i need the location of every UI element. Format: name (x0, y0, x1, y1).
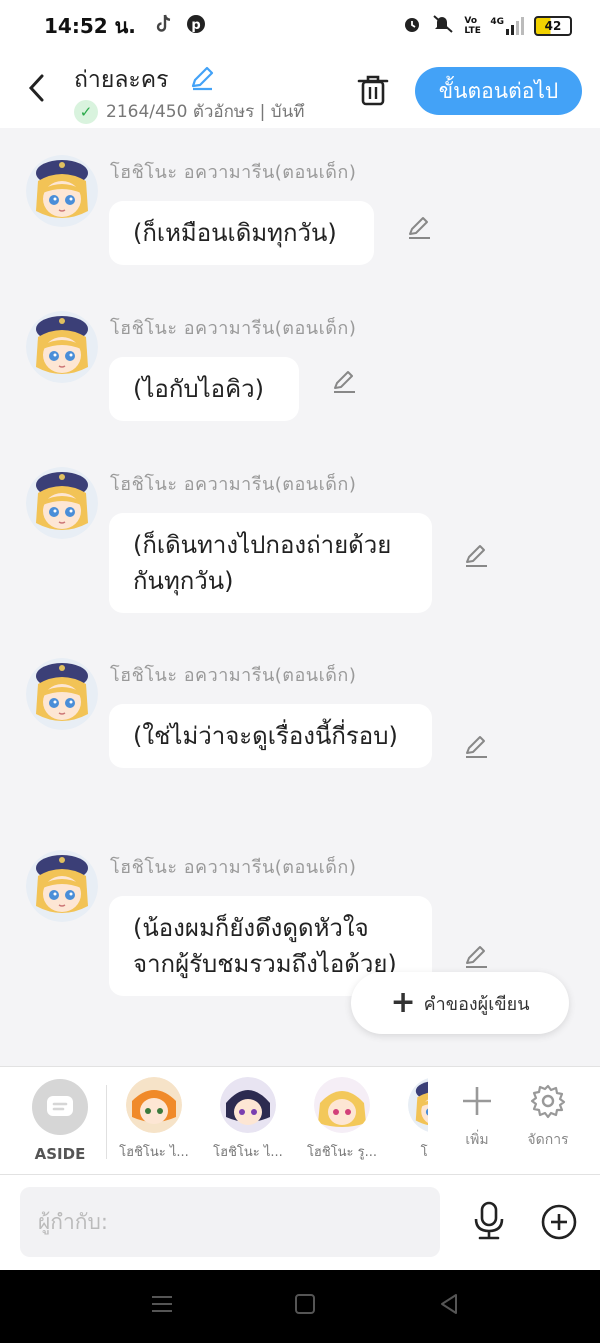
add-content-button[interactable] (540, 1203, 578, 1241)
edit-line-button[interactable] (462, 733, 490, 761)
system-nav-bar (0, 1270, 600, 1343)
microphone-icon (474, 1201, 504, 1240)
character-name: โฮชิโ (420, 1145, 428, 1160)
plus-circle-icon (541, 1204, 577, 1240)
pencil-icon (405, 214, 433, 242)
add-character-button[interactable]: เพิ่ม (447, 1081, 507, 1151)
character-item[interactable]: โฮชิโ (390, 1077, 428, 1162)
pencil-icon (462, 542, 490, 570)
dialogue-item[interactable]: โฮชิโนะ อความารีน(ตอนเด็ก) (ก็เหมือนเดิม… (0, 152, 600, 277)
status-bar: 14:52 น. p Vo LTE 4G 42 (0, 0, 600, 52)
character-list: โฮชิโนะ ไ... โฮชิโนะ ไ... โฮชิโนะ รู... … (110, 1077, 428, 1169)
svg-text:p: p (191, 18, 200, 33)
avatar (314, 1077, 370, 1133)
battery-indicator: 42 (534, 16, 572, 36)
pencil-icon (462, 943, 490, 971)
check-icon: ✓ (74, 99, 98, 124)
status-time: 14:52 น. (44, 14, 136, 38)
avatar[interactable] (26, 467, 98, 539)
dialogue-bubble[interactable]: (ก็เดินทางไปกองถ่ายด้วยกันทุกวัน) (109, 513, 432, 613)
square-icon (295, 1294, 315, 1314)
back-button[interactable] (22, 70, 52, 106)
author-note-label: คำของผู้เขียน (423, 993, 530, 1015)
manage-label: จัดการ (527, 1132, 569, 1148)
aside-label: ASIDE (34, 1145, 86, 1163)
dialogue-item[interactable]: โฮชิโนะ อความารีน(ตอนเด็ก) (ก็เดินทางไปก… (0, 464, 600, 624)
pencil-icon (462, 733, 490, 761)
avatar[interactable] (26, 850, 98, 922)
input-bar (0, 1174, 600, 1270)
network-label: 4G (490, 17, 504, 27)
mute-icon (432, 14, 454, 38)
avatar[interactable] (26, 155, 98, 227)
edit-line-button[interactable] (405, 214, 433, 242)
director-input[interactable] (20, 1187, 440, 1257)
edit-line-button[interactable] (330, 368, 358, 396)
speaker-name: โฮชิโนะ อความารีน(ตอนเด็ก) (110, 665, 357, 686)
recent-apps-button[interactable] (150, 1292, 174, 1320)
next-step-button[interactable]: ขั้นตอนต่อไป (415, 67, 582, 115)
edit-line-button[interactable] (462, 943, 490, 971)
back-nav-button[interactable] (438, 1292, 460, 1320)
character-item[interactable]: โฮชิโนะ ไ... (110, 1077, 200, 1162)
trash-icon (357, 75, 389, 106)
chevron-left-icon (28, 74, 44, 102)
dialogue-item[interactable]: โฮชิโนะ อความารีน(ตอนเด็ก) (ไอกับไอคิว) (0, 308, 600, 433)
gear-icon (530, 1084, 566, 1119)
character-item[interactable]: โฮชิโนะ ไ... (202, 1077, 294, 1162)
character-name: โฮชิโนะ รู... (306, 1145, 378, 1160)
triangle-back-icon (441, 1294, 457, 1314)
signal-icon: 4G (490, 17, 524, 35)
author-note-button[interactable]: + คำของผู้เขียน (351, 972, 569, 1034)
speaker-name: โฮชิโนะ อความารีน(ตอนเด็ก) (110, 857, 357, 878)
speaker-name: โฮชิโนะ อความารีน(ตอนเด็ก) (110, 318, 357, 339)
speaker-name: โฮชิโนะ อความารีน(ตอนเด็ก) (110, 162, 357, 183)
page-title[interactable]: ถ่ายละคร (74, 62, 169, 98)
tiktok-icon (154, 13, 174, 39)
pencil-icon (191, 66, 214, 91)
pencil-icon (330, 368, 358, 396)
character-name: โฮชิโนะ ไ... (119, 1145, 189, 1160)
editor-header: ถ่ายละคร ✓ 2164/450 ตัวอักษร | บันทึ ขั้… (0, 52, 600, 128)
avatar (220, 1077, 276, 1133)
dialogue-item[interactable]: โฮชิโนะ อความารีน(ตอนเด็ก) (ใช่ไม่ว่าจะด… (0, 655, 600, 815)
pinterest-icon: p (186, 14, 206, 38)
character-name: โฮชิโนะ ไ... (213, 1145, 283, 1160)
character-bar: ASIDE โฮชิโนะ ไ... โฮชิโนะ ไ... โฮชิโนะ … (0, 1066, 600, 1174)
menu-icon (152, 1296, 172, 1312)
dialogue-bubble[interactable]: (ก็เหมือนเดิมทุกวัน) (109, 201, 374, 265)
alarm-icon (402, 14, 422, 38)
plus-icon (463, 1087, 491, 1115)
home-button[interactable] (294, 1292, 316, 1320)
character-count: ✓ 2164/450 ตัวอักษร | บันทึ (74, 98, 334, 125)
aside-button[interactable]: ASIDE (28, 1079, 92, 1163)
manage-characters-button[interactable]: จัดการ (518, 1081, 578, 1151)
divider (106, 1085, 107, 1159)
aside-circle (32, 1079, 88, 1135)
plus-icon: + (390, 985, 416, 1020)
dialogue-bubble[interactable]: (ไอกับไอคิว) (109, 357, 299, 421)
volte-icon: Vo LTE (464, 16, 481, 36)
delete-button[interactable] (356, 72, 390, 108)
edit-title-button[interactable] (188, 64, 216, 92)
speaker-name: โฮชิโนะ อความารีน(ตอนเด็ก) (110, 474, 357, 495)
avatar (408, 1077, 428, 1133)
avatar[interactable] (26, 658, 98, 730)
add-label: เพิ่ม (465, 1132, 489, 1148)
char-count-text: 2164/450 ตัวอักษร | บันทึ (106, 102, 305, 122)
character-item[interactable]: โฮชิโนะ รู... (296, 1077, 388, 1162)
avatar (126, 1077, 182, 1133)
avatar[interactable] (26, 311, 98, 383)
narration-icon (47, 1096, 73, 1116)
dialogue-bubble[interactable]: (ใช่ไม่ว่าจะดูเรื่องนี้กี่รอบ) (109, 704, 432, 768)
edit-line-button[interactable] (462, 542, 490, 570)
voice-input-button[interactable] (470, 1201, 508, 1241)
